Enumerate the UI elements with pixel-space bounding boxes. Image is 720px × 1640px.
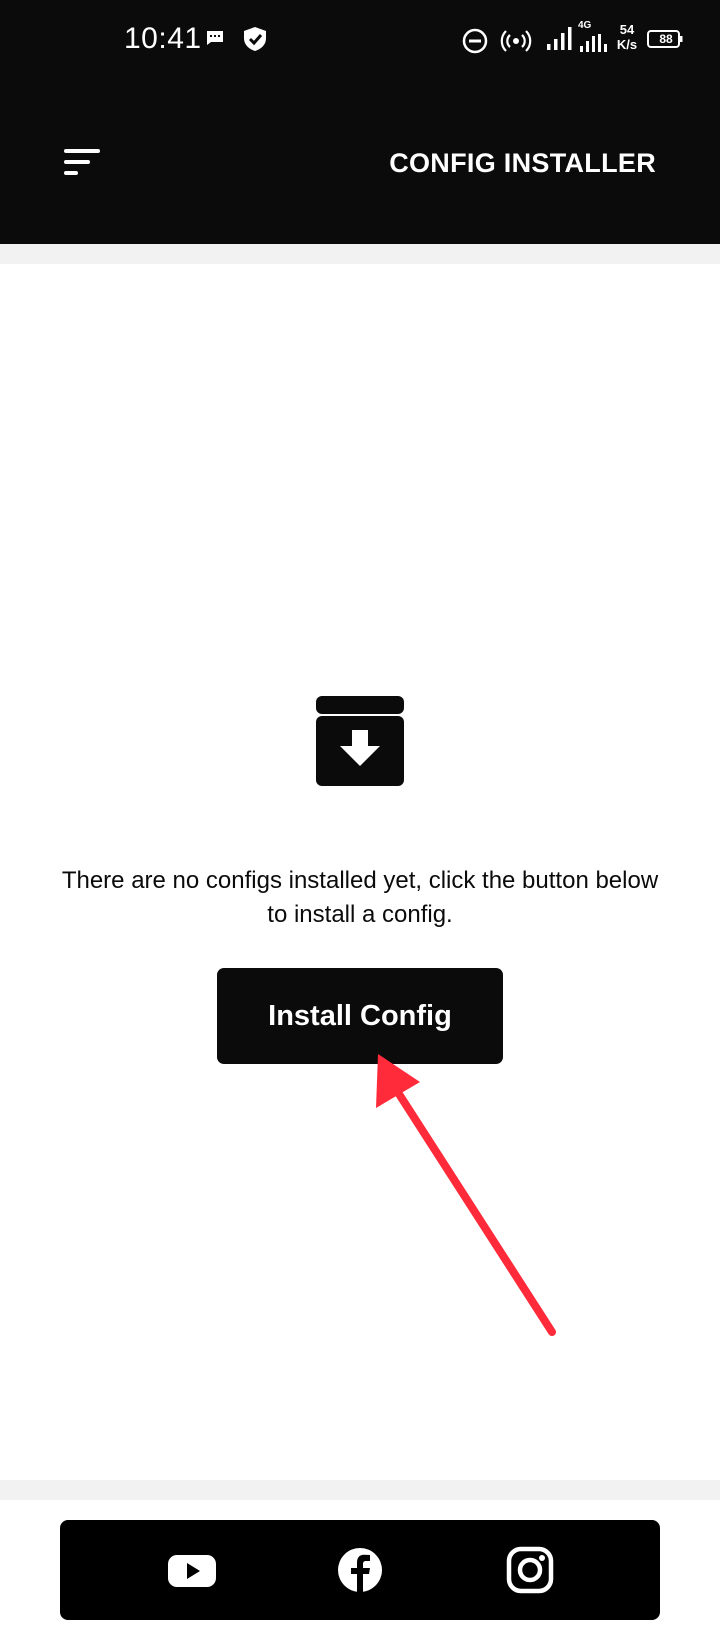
sort-menu-icon bbox=[64, 149, 100, 175]
app-header: 10:41 4G 54 K/s 88 CONFIG INSTALLER bbox=[0, 0, 720, 244]
battery-level: 88 bbox=[659, 32, 673, 46]
menu-button[interactable] bbox=[60, 146, 104, 178]
facebook-link[interactable] bbox=[332, 1542, 388, 1598]
social-footer bbox=[60, 1520, 660, 1620]
network-type-label: 4G bbox=[578, 20, 592, 31]
shield-check-icon bbox=[244, 27, 266, 51]
hotspot-icon bbox=[500, 30, 532, 52]
signal-icon bbox=[547, 27, 572, 50]
facebook-icon bbox=[338, 1548, 382, 1592]
instagram-icon bbox=[506, 1546, 554, 1594]
red-arrow-annotation bbox=[376, 1054, 556, 1336]
network-speed: 54 K/s bbox=[612, 22, 642, 52]
youtube-icon bbox=[168, 1555, 216, 1587]
instagram-link[interactable] bbox=[502, 1542, 558, 1598]
page-title: CONFIG INSTALLER bbox=[389, 148, 656, 178]
status-bar: 10:41 4G 54 K/s 88 bbox=[0, 0, 720, 80]
divider-bottom bbox=[0, 1480, 720, 1500]
do-not-disturb-icon bbox=[462, 28, 488, 54]
speed-unit: K/s bbox=[616, 37, 638, 52]
message-icon bbox=[207, 31, 223, 45]
empty-message: There are no configs installed yet, clic… bbox=[61, 867, 659, 928]
speed-value: 54 bbox=[619, 22, 635, 37]
youtube-link[interactable] bbox=[164, 1542, 220, 1598]
status-time: 10:41 bbox=[124, 22, 202, 55]
divider-top bbox=[0, 244, 720, 264]
archive-download-icon bbox=[316, 696, 404, 786]
